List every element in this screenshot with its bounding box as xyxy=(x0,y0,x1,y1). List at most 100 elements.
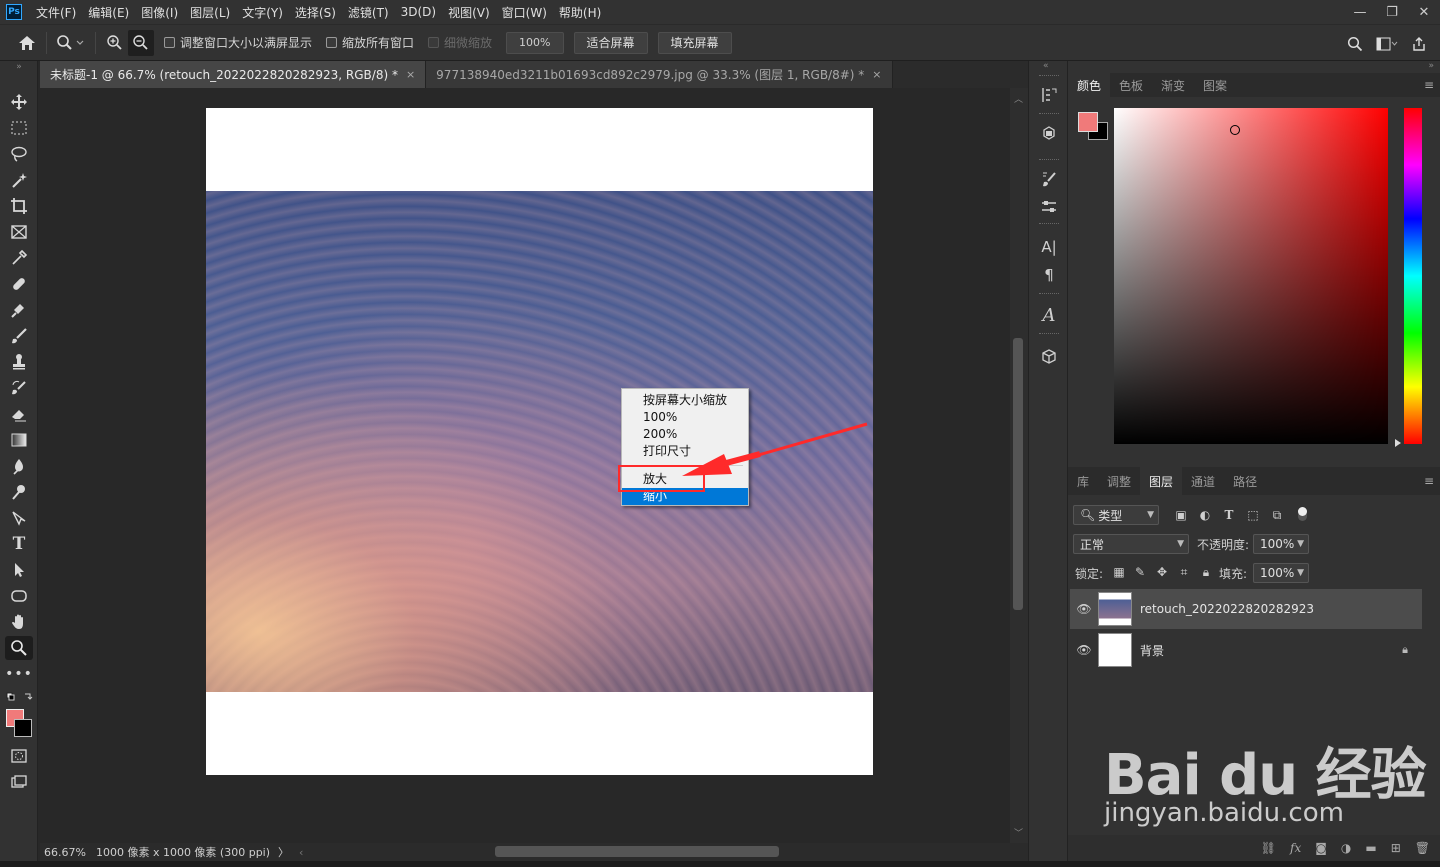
tab-channels[interactable]: 通道 xyxy=(1182,467,1224,495)
properties-panel-icon[interactable] xyxy=(1037,121,1061,145)
visibility-eye-icon[interactable]: 👁︎ xyxy=(1070,643,1098,657)
path-selection-tool-icon[interactable] xyxy=(5,558,33,582)
frame-tool-icon[interactable] xyxy=(5,220,33,244)
workspace-icon[interactable] xyxy=(1374,31,1400,57)
crop-tool-icon[interactable] xyxy=(5,194,33,218)
zoom-tool-preset-icon[interactable] xyxy=(53,30,89,56)
filter-type-icon[interactable]: T xyxy=(1221,507,1237,523)
tab-layers[interactable]: 图层 xyxy=(1140,467,1183,495)
lasso-tool-icon[interactable] xyxy=(5,142,33,166)
lock-artboard-icon[interactable]: ⌗ xyxy=(1176,564,1192,580)
layer-row-background[interactable]: 👁︎ 背景 🔒︎ xyxy=(1070,630,1422,670)
marquee-tool-icon[interactable] xyxy=(5,116,33,140)
blend-mode-select[interactable]: 正常 ▼ xyxy=(1073,534,1189,554)
menu-filter[interactable]: 滤镜(T) xyxy=(342,4,395,21)
mask-icon[interactable]: ◙ xyxy=(1315,841,1327,855)
minimize-button[interactable]: — xyxy=(1344,0,1376,24)
visibility-eye-icon[interactable]: 👁︎ xyxy=(1070,602,1098,616)
tab-color[interactable]: 颜色 xyxy=(1068,73,1111,97)
zoom-all-windows-checkbox[interactable]: 缩放所有窗口 xyxy=(326,34,414,51)
foreground-color-swatch[interactable] xyxy=(1078,112,1098,132)
resize-windows-checkbox[interactable]: 调整窗口大小以满屏显示 xyxy=(164,34,312,51)
collapse-panels-icon[interactable]: » xyxy=(1428,61,1434,71)
tab-libraries[interactable]: 库 xyxy=(1068,467,1098,495)
tab-paths[interactable]: 路径 xyxy=(1224,467,1266,495)
hand-tool-icon[interactable] xyxy=(5,610,33,634)
history-brush-tool-icon[interactable] xyxy=(5,376,33,400)
filter-adjustment-icon[interactable]: ◐ xyxy=(1197,507,1213,523)
status-more-icon[interactable]: 〉 xyxy=(278,844,289,860)
gradient-tool-icon[interactable] xyxy=(5,428,33,452)
tab-jpg-document[interactable]: 977138940ed3211b01693cd892c2979.jpg @ 33… xyxy=(426,61,893,88)
close-tab-icon[interactable]: × xyxy=(872,68,881,81)
tab-untitled-1[interactable]: 未标题-1 @ 66.7% (retouch_2022022820282923,… xyxy=(40,61,427,88)
restore-button[interactable]: ❐ xyxy=(1376,0,1408,24)
color-field[interactable] xyxy=(1114,108,1388,444)
layer-row-retouch[interactable]: 👁︎ retouch_2022022820282923 xyxy=(1070,589,1422,629)
menu-view[interactable]: 视图(V) xyxy=(442,4,496,21)
scroll-up-icon[interactable]: ︿ xyxy=(1014,92,1023,105)
share-icon[interactable] xyxy=(1406,31,1432,57)
lock-all-icon[interactable]: 🔒︎ xyxy=(1198,564,1214,580)
hue-slider-marker[interactable] xyxy=(1395,439,1401,447)
filter-smart-object-icon[interactable]: ⧉ xyxy=(1269,507,1285,523)
hue-slider[interactable] xyxy=(1404,108,1422,444)
swap-colors-icon[interactable] xyxy=(5,690,33,704)
lock-image-icon[interactable]: ✎ xyxy=(1132,564,1148,580)
menu-select[interactable]: 选择(S) xyxy=(289,4,342,21)
tab-swatches[interactable]: 色板 xyxy=(1110,73,1152,97)
3d-panel-icon[interactable] xyxy=(1037,345,1061,369)
layer-filter-select[interactable]: 🔍︎ 类型 ▼ xyxy=(1073,505,1159,525)
opacity-input[interactable]: 100% ▼ xyxy=(1253,534,1309,554)
collapse-dock-icon[interactable]: « xyxy=(1043,61,1049,71)
glyphs-panel-icon[interactable]: A xyxy=(1037,303,1061,327)
eraser-tool-icon[interactable] xyxy=(5,402,33,426)
fill-screen-button[interactable]: 填充屏幕 xyxy=(657,31,732,54)
layer-name[interactable]: retouch_2022022820282923 xyxy=(1140,602,1314,616)
panel-menu-icon[interactable]: ≡ xyxy=(1424,474,1434,488)
history-panel-icon[interactable] xyxy=(1037,83,1061,107)
menu-image[interactable]: 图像(I) xyxy=(135,4,184,21)
trash-icon[interactable]: 🗑︎ xyxy=(1415,841,1430,855)
menu-edit[interactable]: 编辑(E) xyxy=(82,4,135,21)
tab-adjustments[interactable]: 调整 xyxy=(1098,467,1140,495)
magic-wand-tool-icon[interactable] xyxy=(5,168,33,192)
close-button[interactable]: ✕ xyxy=(1408,0,1440,24)
menu-help[interactable]: 帮助(H) xyxy=(553,4,607,21)
adjustment-icon[interactable]: ◑ xyxy=(1341,841,1351,855)
fill-input[interactable]: 100% ▼ xyxy=(1253,563,1309,583)
vertical-scroll-thumb[interactable] xyxy=(1013,338,1023,610)
menu-item-fit-on-screen[interactable]: 按屏幕大小缩放 xyxy=(622,392,748,409)
background-color-swatch[interactable] xyxy=(14,719,32,737)
link-icon[interactable]: ⛓ xyxy=(1261,841,1276,855)
edit-toolbar-icon[interactable]: ••• xyxy=(5,662,33,686)
zoom-level[interactable]: 66.67% xyxy=(44,846,86,859)
menu-file[interactable]: 文件(F) xyxy=(30,4,82,21)
collapse-toolbar-icon[interactable]: » xyxy=(5,62,33,72)
menu-type[interactable]: 文字(Y) xyxy=(236,4,289,21)
type-tool-icon[interactable]: T xyxy=(5,532,33,556)
color-picker-cursor[interactable] xyxy=(1230,125,1240,135)
lock-transparent-icon[interactable]: ▦ xyxy=(1111,564,1127,580)
lock-position-icon[interactable]: ✥ xyxy=(1154,564,1170,580)
filter-pixel-icon[interactable]: ▣ xyxy=(1173,507,1189,523)
brush-tool-icon[interactable] xyxy=(5,298,33,322)
horizontal-scroll-thumb[interactable] xyxy=(495,846,779,857)
zoom-in-icon[interactable] xyxy=(102,30,128,56)
healing-brush-tool-icon[interactable] xyxy=(5,272,33,296)
eyedropper-tool-icon[interactable] xyxy=(5,246,33,270)
quick-mask-icon[interactable] xyxy=(5,744,33,768)
clone-stamp-tool-icon[interactable] xyxy=(5,350,33,374)
close-tab-icon[interactable]: × xyxy=(406,68,415,81)
dodge-tool-icon[interactable] xyxy=(5,480,33,504)
filter-toggle[interactable] xyxy=(1298,507,1307,521)
brush-settings-icon[interactable] xyxy=(1037,167,1061,191)
home-icon[interactable] xyxy=(14,30,40,56)
tab-gradients[interactable]: 渐变 xyxy=(1152,73,1194,97)
search-icon[interactable] xyxy=(1342,31,1368,57)
scroll-down-icon[interactable]: ﹀ xyxy=(1014,826,1023,839)
zoom-tool-icon[interactable] xyxy=(5,636,33,660)
fit-screen-button[interactable]: 适合屏幕 xyxy=(573,31,648,54)
character-panel-icon[interactable]: A| xyxy=(1037,235,1061,259)
new-layer-icon[interactable]: ⊞ xyxy=(1391,841,1401,855)
